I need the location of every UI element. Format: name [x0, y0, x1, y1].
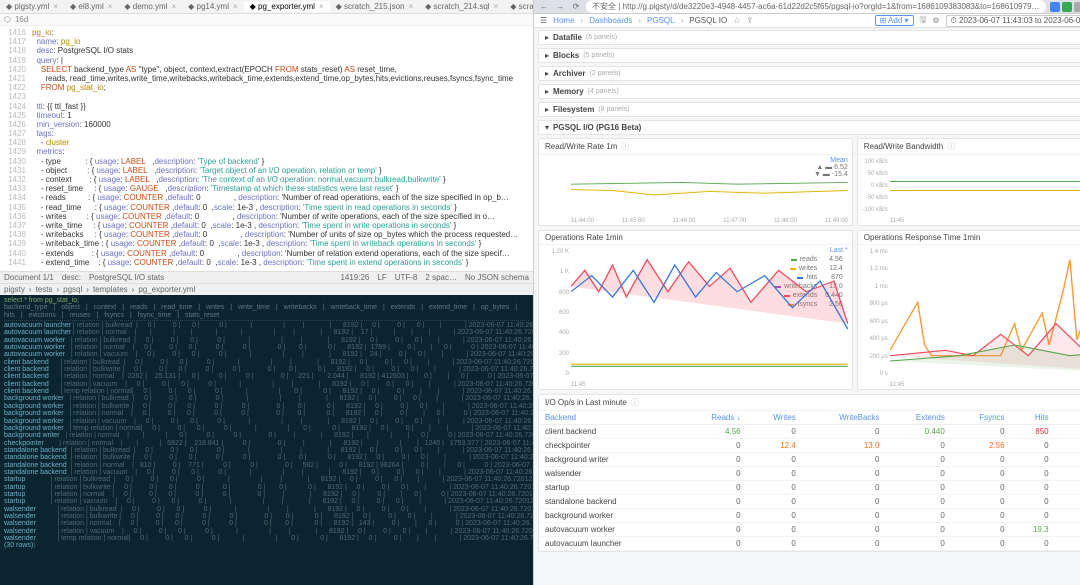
forward-button[interactable]: → — [554, 1, 566, 13]
info-icon[interactable]: ⓘ — [621, 141, 629, 152]
table-header[interactable]: Evicts — [1055, 411, 1080, 425]
panel-ops-table[interactable]: I/O Op/s in Last minuteⓘ BackendReads ↓W… — [538, 394, 1080, 552]
ide-tab[interactable]: ◆ demo.yml× — [118, 1, 182, 12]
code-editor[interactable]: 1416pg_io:1417 name: pg_io1418 desc: Pos… — [0, 26, 533, 271]
time-range-picker[interactable]: ⏱ 2023-06-07 11:43:03 to 2023-06-07 11:4… — [946, 15, 1080, 27]
address-bar[interactable]: 不安全 | http://g.pigsty/d/de3220e3-4948-44… — [586, 0, 1046, 13]
ide-pane: ◆ pigsty.yml×◆ el8.yml×◆ demo.yml×◆ pg14… — [0, 0, 534, 585]
table-header[interactable]: Backend — [539, 411, 680, 425]
back-button[interactable]: ← — [538, 1, 550, 13]
breadcrumb-current: PGSQL IO — [689, 16, 727, 25]
menu-toggle-icon[interactable]: ☰ — [540, 16, 547, 25]
ide-tab[interactable]: ◆ scratch_212.yml× — [504, 1, 533, 12]
grafana-header: ☰ Home› Dashboards› PGSQL› PGSQL IO ☆ ⇪ … — [534, 14, 1080, 28]
grafana-body: ▸ Datafile (6 panels)⠿ ▸ Blocks (5 panels… — [534, 28, 1080, 585]
dashboard-section[interactable]: ▾ PGSQL I/O (PG16 Beta) ⠿ — [538, 120, 1080, 135]
panel-rw-rate[interactable]: Read/Write Rate 1mⓘ Mean ▲ ▬ 6.52 ▼ ▬ -1… — [538, 138, 853, 226]
file-path-crumbs: pigsty › tests › pgsql › templates › pg_… — [0, 283, 533, 295]
terminal-pane[interactable]: select * from pg_stat_io;backend_type | … — [0, 295, 533, 585]
crumb[interactable]: templates — [93, 285, 128, 294]
breadcrumb-home[interactable]: Home — [553, 16, 574, 25]
reload-button[interactable]: ⟳ — [570, 1, 582, 13]
table-row[interactable]: background worker00000000 — [539, 509, 1080, 523]
table-header[interactable]: Reads ↓ — [680, 411, 746, 425]
dashboard-section[interactable]: ▸ Archiver (2 panels)⠿ — [538, 66, 1080, 81]
table-row[interactable]: startup00000000 — [539, 481, 1080, 495]
table-row[interactable]: autovacuum worker0000019.300 — [539, 523, 1080, 537]
table-header[interactable]: WriteBacks — [802, 411, 886, 425]
ide-tab[interactable]: ◆ scratch_215.json× — [330, 1, 420, 12]
table-row[interactable]: checkpointer012.413.002.56000 — [539, 439, 1080, 453]
settings-icon[interactable]: ⚙ — [932, 16, 939, 25]
save-icon[interactable]: 🖫 — [920, 14, 927, 28]
panel-ops-rate[interactable]: Operations Rate 1min 1.20 K1 K8006004002… — [538, 230, 853, 390]
status-doc: Document 1/1 — [4, 273, 54, 282]
browser-pane: ← → ⟳ 不安全 | http://g.pigsty/d/de3220e3-4… — [534, 0, 1080, 585]
dashboard-section[interactable]: ▸ Datafile (6 panels)⠿ — [538, 30, 1080, 45]
panel-ops-response[interactable]: Operations Response Time 1min 1.4 ms1.2 … — [857, 230, 1080, 390]
info-icon[interactable]: ⓘ — [947, 141, 955, 152]
star-icon[interactable]: ☆ — [733, 16, 740, 25]
dashboard-section[interactable]: ▸ Filesystem (8 panels)⠿ — [538, 102, 1080, 117]
ide-tab[interactable]: ◆ pg_exporter.yml× — [244, 1, 330, 12]
ide-tab[interactable]: ◆ scratch_214.sql× — [419, 1, 504, 12]
table-header[interactable]: Fsyncs — [951, 411, 1011, 425]
add-button[interactable]: ⊞ Add ▾ — [875, 15, 914, 26]
crumb[interactable]: pgsql — [63, 285, 82, 294]
ide-tab[interactable]: ◆ pg14.yml× — [182, 1, 244, 12]
crumb[interactable]: pigsty — [4, 285, 25, 294]
ide-tab[interactable]: ◆ el8.yml× — [64, 1, 118, 12]
table-header[interactable]: Extends — [885, 411, 950, 425]
table-row[interactable]: autovacuum launcher00000000 — [539, 537, 1080, 551]
info-icon[interactable]: ⓘ — [631, 397, 639, 408]
panel-rw-bandwidth[interactable]: Read/Write Bandwidthⓘ 100 kB/s50 kB/s0 k… — [857, 138, 1080, 226]
dashboard-section[interactable]: ▸ Memory (4 panels)⠿ — [538, 84, 1080, 99]
crumb[interactable]: pg_exporter.yml — [138, 285, 195, 294]
table-row[interactable]: background writer00000000 — [539, 453, 1080, 467]
table-header[interactable]: Writes — [747, 411, 802, 425]
table-row[interactable]: standalone backend00000000 — [539, 495, 1080, 509]
ide-tabs: ◆ pigsty.yml×◆ el8.yml×◆ demo.yml×◆ pg14… — [0, 0, 533, 14]
table-row[interactable]: client backend4.56000.440085000 — [539, 425, 1080, 439]
ops-table: BackendReads ↓WritesWriteBacksExtendsFsy… — [539, 411, 1080, 551]
breadcrumb-pgsql[interactable]: PGSQL — [647, 16, 675, 25]
dashboard-section[interactable]: ▸ Blocks (5 panels)⠿ — [538, 48, 1080, 63]
editor-breadcrumb: ⬡16d — [0, 14, 533, 26]
browser-toolbar: ← → ⟳ 不安全 | http://g.pigsty/d/de3220e3-4… — [534, 0, 1080, 14]
table-row[interactable]: walsender00000000 — [539, 467, 1080, 481]
extension-icons — [1050, 2, 1080, 12]
editor-status-bar: Document 1/1 desc: PostgreSQL I/O stats … — [0, 271, 533, 283]
table-header[interactable]: Hits — [1011, 411, 1055, 425]
crumb[interactable]: tests — [36, 285, 53, 294]
breadcrumb-dashboards[interactable]: Dashboards — [589, 16, 632, 25]
share-icon[interactable]: ⇪ — [746, 16, 753, 25]
ide-tab[interactable]: ◆ pigsty.yml× — [0, 1, 64, 12]
